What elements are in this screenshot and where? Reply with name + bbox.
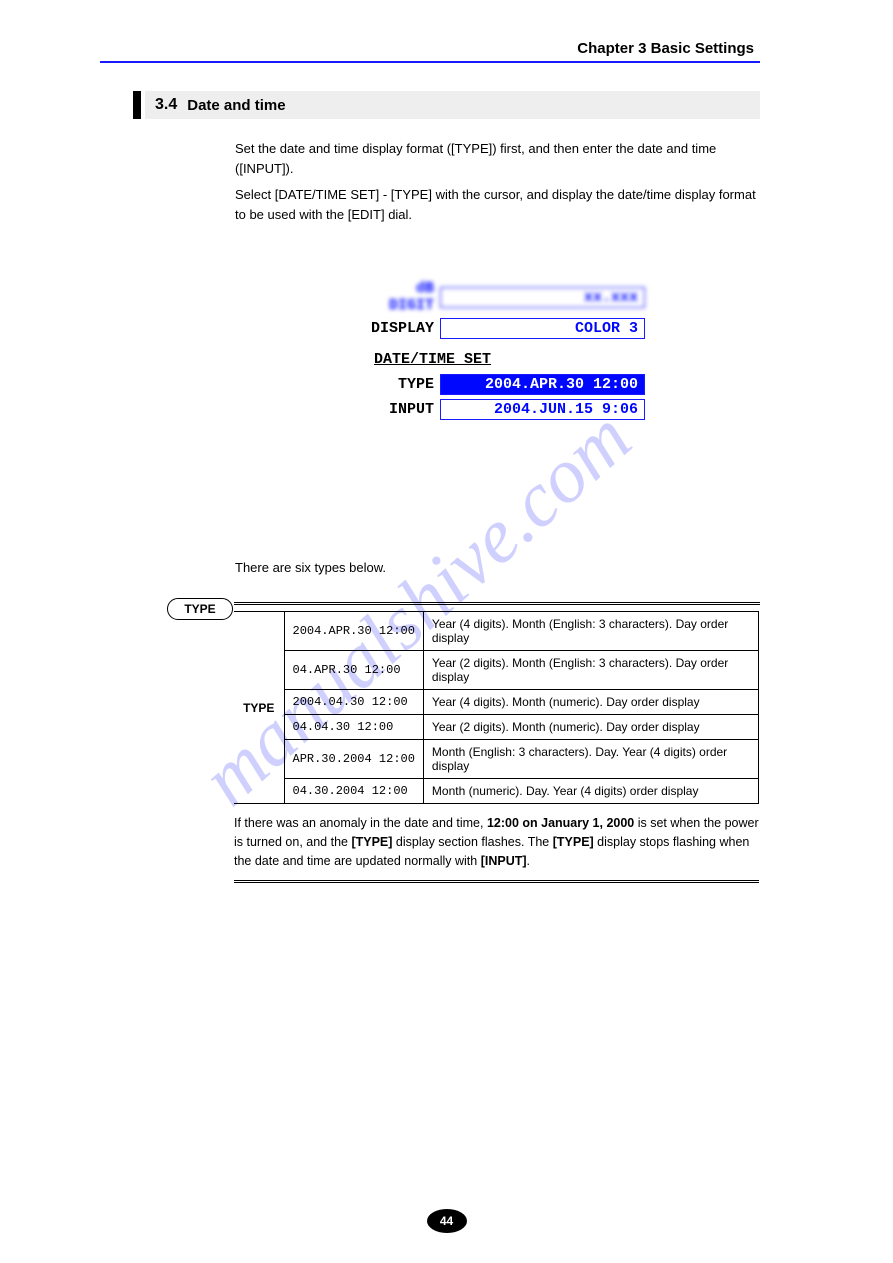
type-format-cell: APR.30.2004 12:00: [284, 740, 423, 779]
page-number: 44: [0, 1209, 893, 1233]
type-format-cell: 04.APR.30 12:00: [284, 651, 423, 690]
section-heading: 3.4 Date and time: [145, 91, 760, 119]
db-digit-value: xx.xxx: [440, 287, 645, 308]
datetime-group-label: DATE/TIME SET: [374, 351, 645, 368]
section-number: 3.4: [155, 96, 177, 114]
type-table-block: TYPE TYPE2004.APR.30 12:00Year (4 digits…: [172, 602, 760, 883]
intro-text: Set the date and time display format ([T…: [235, 139, 765, 226]
section-title: Date and time: [187, 97, 285, 114]
device-screenshot: dB DIGIT xx.xxx DISPLAY COLOR 3 DATE/TIM…: [370, 280, 645, 424]
type-format-cell: 04.04.30 12:00: [284, 715, 423, 740]
type-desc-cell: Month (English: 3 characters). Day. Year…: [423, 740, 758, 779]
intro-p1: Set the date and time display format ([T…: [235, 139, 765, 179]
type-desc-cell: Year (2 digits). Month (English: 3 chara…: [423, 651, 758, 690]
type-value-selected[interactable]: 2004.APR.30 12:00: [440, 374, 645, 395]
type-side-header: TYPE: [234, 612, 284, 804]
db-digit-label: dB DIGIT: [370, 280, 440, 314]
type-desc-cell: Year (4 digits). Month (English: 3 chara…: [423, 612, 758, 651]
intro-p2: Select [DATE/TIME SET] - [TYPE] with the…: [235, 185, 765, 225]
type-capsule-label: TYPE: [167, 598, 233, 620]
display-label: DISPLAY: [370, 320, 440, 337]
type-format-cell: 2004.04.30 12:00: [284, 690, 423, 715]
input-value[interactable]: 2004.JUN.15 9:06: [440, 399, 645, 420]
type-desc-cell: Year (2 digits). Month (numeric). Day or…: [423, 715, 758, 740]
type-label: TYPE: [370, 376, 440, 393]
type-desc-cell: Year (4 digits). Month (numeric). Day or…: [423, 690, 758, 715]
type-desc-cell: Month (numeric). Day. Year (4 digits) or…: [423, 779, 758, 804]
type-format-cell: 2004.APR.30 12:00: [284, 612, 423, 651]
type-format-cell: 04.30.2004 12:00: [284, 779, 423, 804]
type-note: If there was an anomaly in the date and …: [234, 814, 759, 870]
display-value: COLOR 3: [440, 318, 645, 339]
chapter-title: Chapter 3 Basic Settings: [100, 40, 760, 63]
input-label: INPUT: [370, 401, 440, 418]
type-format-table: TYPE2004.APR.30 12:00Year (4 digits). Mo…: [234, 611, 759, 804]
after-intro: There are six types below.: [235, 560, 386, 575]
